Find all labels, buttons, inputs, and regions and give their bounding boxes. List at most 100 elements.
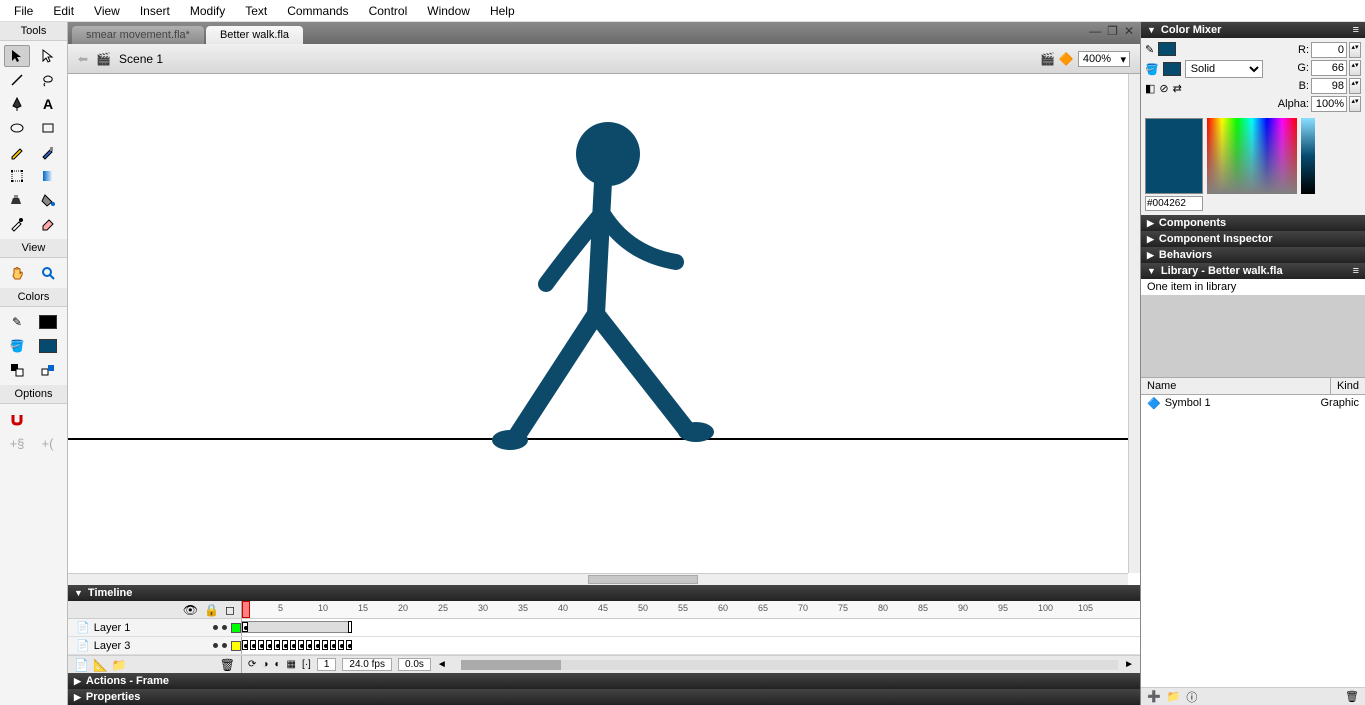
text-tool[interactable]: A bbox=[35, 93, 61, 115]
default-colors[interactable] bbox=[4, 359, 30, 381]
menu-text[interactable]: Text bbox=[235, 1, 277, 21]
properties-icon[interactable]: ⓘ bbox=[1186, 689, 1197, 705]
behaviors-title[interactable]: ▶Behaviors bbox=[1141, 247, 1365, 263]
playhead[interactable] bbox=[242, 601, 250, 618]
oval-tool[interactable] bbox=[4, 117, 30, 139]
swap-colors-icon[interactable]: ⇄ bbox=[1173, 82, 1182, 95]
mixer-stroke-swatch[interactable] bbox=[1158, 42, 1176, 56]
inspector-title[interactable]: ▶Component Inspector bbox=[1141, 231, 1365, 247]
line-tool[interactable] bbox=[4, 69, 30, 91]
hex-input[interactable] bbox=[1145, 196, 1203, 211]
pencil-tool[interactable] bbox=[4, 141, 30, 163]
swap-colors[interactable] bbox=[35, 359, 61, 381]
menu-commands[interactable]: Commands bbox=[277, 1, 358, 21]
library-item[interactable]: 🔷 Symbol 1 Graphic bbox=[1141, 395, 1365, 412]
minimize-icon[interactable]: — bbox=[1089, 24, 1101, 38]
canvas-scroll-y[interactable] bbox=[1128, 74, 1140, 573]
lasso-tool[interactable] bbox=[35, 69, 61, 91]
tab-walk[interactable]: Better walk.fla bbox=[206, 26, 303, 44]
onion-outline-icon[interactable]: ◐ bbox=[274, 659, 280, 670]
layer-3-frames[interactable] bbox=[242, 637, 1140, 654]
mixer-fill-swatch[interactable] bbox=[1163, 62, 1181, 76]
brush-tool[interactable] bbox=[35, 141, 61, 163]
lock-icon[interactable]: 🔒 bbox=[204, 603, 219, 617]
stroke-color-icon: ✎ bbox=[4, 311, 30, 333]
layer-1[interactable]: 📄Layer 1 bbox=[68, 619, 242, 636]
eraser-tool[interactable] bbox=[35, 213, 61, 235]
brightness-slider[interactable] bbox=[1301, 118, 1315, 194]
onion-skin-icon[interactable]: ◑ bbox=[262, 659, 268, 670]
delete-symbol-icon[interactable]: 🗑 bbox=[1345, 690, 1359, 703]
paint-bucket-tool[interactable] bbox=[35, 189, 61, 211]
alpha-input[interactable] bbox=[1311, 96, 1347, 112]
eye-icon[interactable]: 👁 bbox=[183, 603, 198, 617]
back-icon[interactable]: ⬅ bbox=[78, 52, 88, 66]
fill-color[interactable] bbox=[35, 335, 61, 357]
subselect-tool[interactable] bbox=[35, 45, 61, 67]
new-folder-icon[interactable]: 📁 bbox=[1167, 690, 1181, 703]
menu-edit[interactable]: Edit bbox=[43, 1, 84, 21]
smooth-option[interactable]: +§ bbox=[4, 432, 30, 454]
no-color-icon[interactable]: ⊘ bbox=[1159, 82, 1168, 95]
outline-icon[interactable]: ◻ bbox=[225, 603, 235, 617]
menu-window[interactable]: Window bbox=[417, 1, 480, 21]
close-icon[interactable]: ✕ bbox=[1124, 24, 1134, 38]
stroke-color[interactable] bbox=[35, 311, 61, 333]
library-preview bbox=[1141, 296, 1365, 378]
center-frame-icon[interactable]: ⟳ bbox=[248, 659, 256, 670]
delete-layer-icon[interactable]: 🗑 bbox=[220, 658, 235, 672]
timeline-title[interactable]: ▼Timeline bbox=[68, 585, 1140, 601]
color-spectrum[interactable] bbox=[1207, 118, 1297, 194]
b-input[interactable] bbox=[1311, 78, 1347, 94]
hand-tool[interactable] bbox=[4, 262, 30, 284]
ink-bottle-tool[interactable] bbox=[4, 189, 30, 211]
colors-header: Colors bbox=[0, 288, 67, 307]
edit-scene-icon[interactable]: 🎬 bbox=[1040, 52, 1055, 66]
canvas-scroll-x[interactable] bbox=[68, 573, 1128, 585]
lib-col-kind[interactable]: Kind bbox=[1331, 378, 1365, 394]
edit-symbol-icon[interactable]: 🔶 bbox=[1059, 52, 1074, 66]
zoom-tool[interactable] bbox=[35, 262, 61, 284]
pen-tool[interactable] bbox=[4, 93, 30, 115]
library-title[interactable]: ▼Library - Better walk.fla≡ bbox=[1141, 263, 1365, 279]
add-layer-icon[interactable]: 📄 bbox=[74, 658, 89, 672]
g-input[interactable] bbox=[1311, 60, 1347, 76]
eyedropper-tool[interactable] bbox=[4, 213, 30, 235]
properties-panel-title[interactable]: ▶Properties bbox=[68, 689, 1140, 705]
new-symbol-icon[interactable]: ➕ bbox=[1147, 690, 1161, 703]
components-title[interactable]: ▶Components bbox=[1141, 215, 1365, 231]
timeline-ruler[interactable]: 5101520253035404550556065707580859095100… bbox=[242, 601, 1140, 618]
add-folder-icon[interactable]: 📁 bbox=[112, 658, 127, 672]
scene-icon: 🎬 bbox=[96, 52, 111, 66]
straighten-option[interactable]: +( bbox=[35, 432, 61, 454]
tab-smear[interactable]: smear movement.fla* bbox=[72, 26, 204, 44]
gradient-transform-tool[interactable] bbox=[35, 165, 61, 187]
actions-panel-title[interactable]: ▶Actions - Frame bbox=[68, 673, 1140, 689]
tools-panel: Tools A View Colors ✎ � bbox=[0, 22, 68, 705]
layer-1-frames[interactable] bbox=[242, 619, 1140, 636]
timeline-scroll[interactable] bbox=[461, 660, 1118, 670]
canvas[interactable] bbox=[68, 74, 1140, 585]
menu-view[interactable]: View bbox=[84, 1, 130, 21]
default-colors-icon[interactable]: ◧ bbox=[1145, 82, 1155, 95]
free-transform-tool[interactable] bbox=[4, 165, 30, 187]
menu-help[interactable]: Help bbox=[480, 1, 525, 21]
rect-tool[interactable] bbox=[35, 117, 61, 139]
selection-tool[interactable] bbox=[4, 45, 30, 67]
layer-3[interactable]: 📄Layer 3 bbox=[68, 637, 242, 654]
menu-file[interactable]: File bbox=[4, 1, 43, 21]
add-guide-icon[interactable]: 📐 bbox=[93, 658, 108, 672]
color-mixer: ✎ 🪣 Solid ◧⊘⇄ R:▴▾ G:▴▾ B:▴▾ Alpha:▴▾ bbox=[1141, 38, 1365, 215]
color-mixer-title[interactable]: ▼Color Mixer≡ bbox=[1141, 22, 1365, 38]
snap-option[interactable] bbox=[4, 408, 30, 430]
menu-modify[interactable]: Modify bbox=[180, 1, 235, 21]
zoom-select[interactable]: 400% bbox=[1078, 51, 1130, 67]
r-input[interactable] bbox=[1311, 42, 1347, 58]
lib-col-name[interactable]: Name bbox=[1141, 378, 1331, 394]
menu-control[interactable]: Control bbox=[359, 1, 418, 21]
menu-insert[interactable]: Insert bbox=[130, 1, 180, 21]
restore-icon[interactable]: ❐ bbox=[1107, 24, 1118, 38]
edit-frames-icon[interactable]: ▦ bbox=[286, 659, 295, 670]
onion-markers-icon[interactable]: [·] bbox=[302, 659, 311, 670]
fill-type-select[interactable]: Solid bbox=[1185, 60, 1263, 78]
